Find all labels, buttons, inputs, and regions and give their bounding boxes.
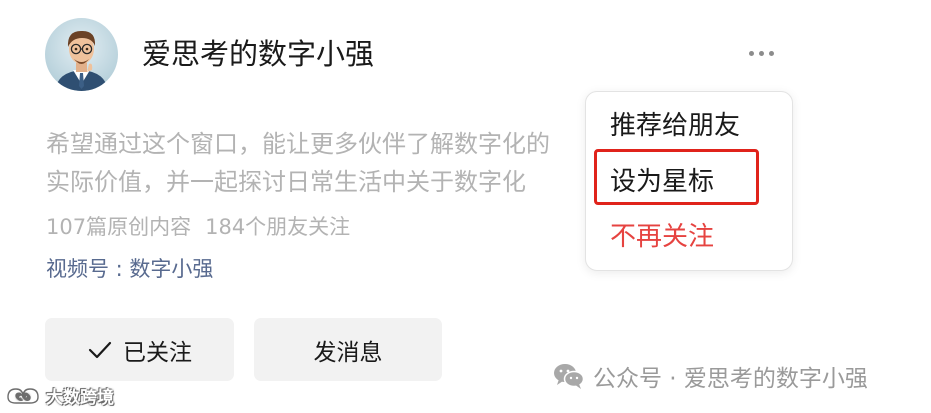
account-stats: 107篇原创内容 184个朋友关注: [46, 212, 350, 242]
wechat-icon: [554, 364, 585, 389]
send-message-button[interactable]: 发消息: [254, 318, 442, 381]
followed-label: 已关注: [123, 339, 192, 366]
svg-text:CO: CO: [16, 393, 31, 403]
menu-item-unfollow[interactable]: 不再关注: [610, 219, 714, 255]
watermark-logo-icon: CO: [7, 388, 39, 404]
source-watermark: CO 大数跨境: [6, 382, 114, 408]
send-message-label: 发消息: [313, 339, 383, 366]
followers-count: 184个朋友关注: [205, 215, 351, 239]
checkmark-icon: [88, 341, 112, 358]
avatar-illustration: [55, 30, 108, 91]
description-line-2: 实际价值，并一起探讨日常生活中关于数字化: [46, 168, 526, 196]
menu-item-recommend[interactable]: 推荐给朋友: [610, 108, 740, 144]
articles-count: 107篇原创内容: [46, 215, 192, 239]
followed-button[interactable]: 已关注: [45, 318, 234, 381]
source-watermark-text: 大数跨境: [46, 387, 114, 408]
account-watermark: 公众号 · 爱思考的数字小强: [553, 360, 868, 392]
more-options-menu: 推荐给朋友 设为星标 不再关注: [585, 91, 793, 271]
menu-item-star[interactable]: 设为星标: [610, 164, 714, 200]
video-channel-link[interactable]: 视频号 : 数字小强: [46, 254, 213, 284]
account-name: 爱思考的数字小强: [142, 37, 375, 71]
avatar[interactable]: [45, 18, 118, 91]
more-options-icon[interactable]: [740, 38, 782, 68]
account-description: 希望通过这个窗口，能让更多伙伴了解数字化的 实际价值，并一起探讨日常生活中关于数…: [46, 125, 591, 201]
account-watermark-text: 公众号 · 爱思考的数字小强: [593, 366, 868, 392]
description-line-1: 希望通过这个窗口，能让更多伙伴了解数字化的: [46, 130, 550, 158]
